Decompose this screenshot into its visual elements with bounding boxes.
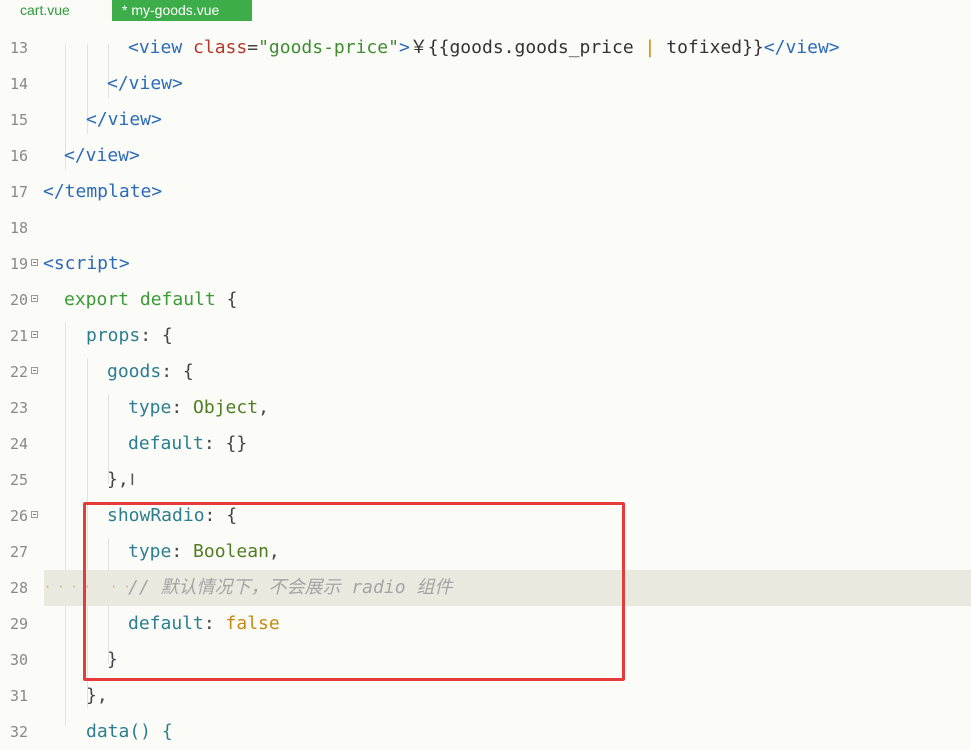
code-token: = [247, 37, 259, 58]
fold-toggle-icon[interactable] [31, 511, 38, 518]
code-line[interactable]: 14 </view> [0, 66, 971, 102]
line-number: 17 [9, 183, 28, 201]
editor-tab-bar: cart.vue * my-goods.vue [0, 0, 971, 22]
code-token: : { [161, 361, 194, 382]
code-token: }, [86, 685, 108, 706]
code-line[interactable]: 31}, [0, 678, 971, 714]
code-token: "goods-price" [258, 37, 399, 58]
line-number: 22 [9, 363, 28, 381]
code-text: }, [86, 678, 108, 714]
line-number: 21 [9, 327, 28, 345]
code-token: : { [140, 325, 173, 346]
code-token: class [193, 37, 248, 58]
code-token: : {} [203, 433, 248, 454]
code-token: | [644, 37, 656, 58]
code-line[interactable]: 16 </view> [0, 138, 971, 174]
line-number: 14 [9, 75, 28, 93]
code-token: <view [128, 37, 194, 58]
highlight-annotation-box [83, 502, 625, 681]
code-text: export default { [64, 282, 237, 318]
code-line[interactable]: 21 props: { [0, 318, 971, 354]
tab-my-goods-vue[interactable]: * my-goods.vue [112, 0, 252, 21]
code-token: ￥{{goods.goods_price [409, 37, 645, 58]
code-text: data() { [86, 714, 173, 750]
code-token: export default [64, 289, 227, 310]
code-line[interactable]: 25}, [0, 462, 971, 498]
code-token: </view> [86, 109, 162, 130]
code-token: tofixed}} [655, 37, 764, 58]
code-line[interactable]: 18 [0, 210, 971, 246]
line-number: 29 [9, 615, 28, 633]
line-number: 20 [9, 291, 28, 309]
line-number: 30 [9, 651, 28, 669]
line-number: 15 [9, 111, 28, 129]
code-token: </view> [64, 145, 140, 166]
fold-toggle-icon[interactable] [31, 331, 38, 338]
line-number: 32 [9, 723, 28, 741]
code-line[interactable]: 17 </template> [0, 174, 971, 210]
line-number: 26 [9, 507, 28, 525]
code-text: </view> [107, 66, 183, 102]
code-token: Object [193, 397, 259, 418]
code-text: </template> [43, 174, 162, 210]
code-line[interactable]: 22 goods: { [0, 354, 971, 390]
code-text: <view class="goods-price">￥{{goods.goods… [128, 30, 840, 66]
fold-toggle-icon[interactable] [31, 295, 38, 302]
code-line[interactable]: 15 </view> [0, 102, 971, 138]
code-text: </view> [64, 138, 140, 174]
line-number: 28 [9, 579, 28, 597]
code-token: }, [107, 469, 129, 490]
fold-toggle-icon[interactable] [31, 259, 38, 266]
tab-cart-vue[interactable]: cart.vue [10, 0, 110, 21]
code-text: goods: { [107, 354, 194, 390]
line-number: 13 [9, 39, 28, 57]
line-number: 25 [9, 471, 28, 489]
code-text: }, [107, 462, 129, 498]
line-number: 24 [9, 435, 28, 453]
code-token: </template> [43, 181, 163, 202]
code-token: default [128, 433, 204, 454]
code-line[interactable]: 19 <script> [0, 246, 971, 282]
code-token: > [398, 37, 410, 58]
code-token: type [128, 397, 172, 418]
line-number: 23 [9, 399, 28, 417]
code-line[interactable]: 24 default: {} [0, 426, 971, 462]
code-token: : [171, 397, 194, 418]
code-text: type: Object, [128, 390, 269, 426]
line-number: 19 [9, 255, 28, 273]
code-token: props [86, 325, 141, 346]
line-number: 27 [9, 543, 28, 561]
fold-toggle-icon[interactable] [31, 367, 38, 374]
code-line[interactable]: 13 <view class="goods-price">￥{{goods.goo… [0, 30, 971, 66]
code-token: data() { [86, 721, 173, 742]
code-token: goods [107, 361, 162, 382]
code-text: <script> [43, 246, 130, 282]
code-line[interactable]: 23 type: Object, [0, 390, 971, 426]
code-text: props: { [86, 318, 173, 354]
code-line[interactable]: 32 data() { [0, 714, 971, 750]
code-token: , [258, 397, 269, 418]
code-line[interactable]: 20 export default { [0, 282, 971, 318]
code-text: </view> [86, 102, 162, 138]
code-text: default: {} [128, 426, 247, 462]
line-number: 18 [9, 219, 28, 237]
code-token: <script> [43, 253, 130, 274]
code-token: { [226, 289, 238, 310]
code-token: </view> [107, 73, 183, 94]
code-token: </view> [763, 37, 840, 58]
line-number: 31 [9, 687, 28, 705]
line-number: 16 [9, 147, 28, 165]
text-cursor-icon: I [130, 470, 135, 489]
